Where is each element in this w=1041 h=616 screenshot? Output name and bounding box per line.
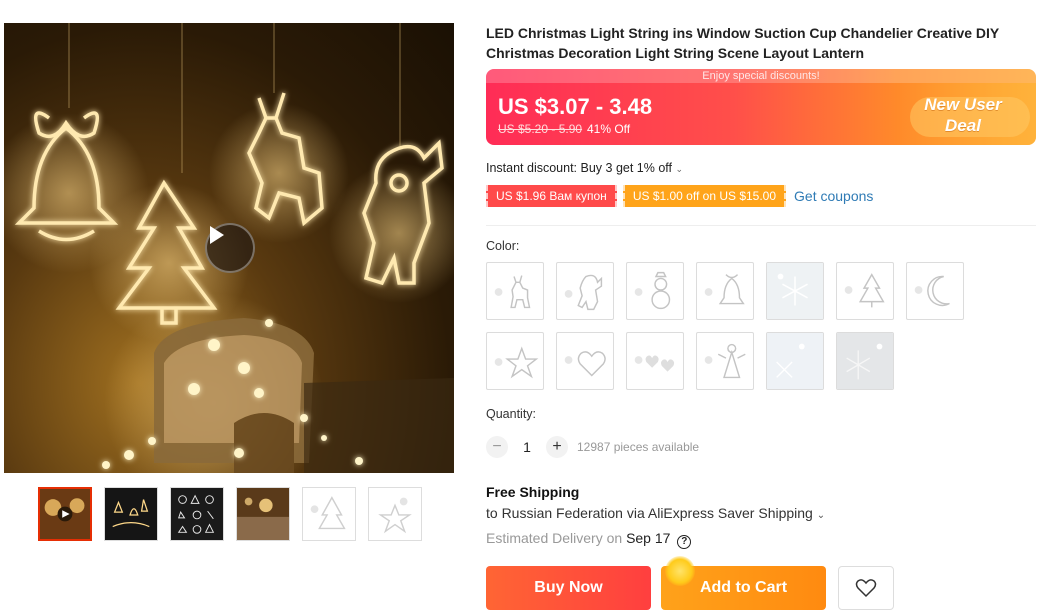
new-user-deal-badge: New User Deal <box>898 83 1036 145</box>
swatch-reindeer[interactable] <box>486 262 544 320</box>
swatch-snowman[interactable] <box>626 262 684 320</box>
sparkle-icon <box>665 556 695 586</box>
quantity-increase-button[interactable]: + <box>546 436 568 458</box>
play-icon <box>210 226 224 244</box>
current-price: US $3.07 - 3.48 <box>498 94 653 119</box>
badge-line-2: Deal <box>945 116 981 135</box>
product-title: LED Christmas Light String ins Window Su… <box>486 25 1000 61</box>
help-icon[interactable]: ? <box>677 535 692 549</box>
chevron-down-icon: ⌄ <box>675 164 684 174</box>
original-price: US $5.20 - 5.90 <box>498 122 583 136</box>
estimated-date: Sep 17 <box>626 530 671 546</box>
thumbnail-2[interactable] <box>104 487 158 541</box>
quantity-label: Quantity: <box>486 407 537 421</box>
coupon-row: US $1.96 Вам купон US $1.00 off on US $1… <box>486 185 873 207</box>
product-main-image[interactable] <box>4 23 454 473</box>
armchair <box>154 318 454 473</box>
swatch-snowflake-2[interactable] <box>766 332 824 390</box>
thumbnail-image <box>171 488 223 540</box>
quantity-stepper: − + 12987 pieces available <box>486 436 699 458</box>
thumbnail-5[interactable] <box>302 487 356 541</box>
swatch-angel[interactable] <box>696 332 754 390</box>
thumbnail-image <box>303 488 355 540</box>
wishlist-button[interactable] <box>838 566 894 610</box>
instant-discount-text: Instant discount: Buy 3 get 1% off <box>486 161 672 175</box>
swatch-hearts[interactable] <box>626 332 684 390</box>
play-video-button[interactable] <box>205 223 255 273</box>
discount-strip: Enjoy special discounts! <box>486 69 1036 83</box>
thumbnail-image <box>237 488 289 540</box>
chevron-down-icon: ⌄ <box>816 510 826 521</box>
add-to-cart-button[interactable]: Add to Cart <box>661 556 826 610</box>
stock-available: 12987 pieces available <box>577 440 700 454</box>
thumbnail-4[interactable] <box>236 487 290 541</box>
instant-discount[interactable]: Instant discount: Buy 3 get 1% off ⌄ <box>486 161 683 175</box>
swatch-moon[interactable] <box>906 262 964 320</box>
divider <box>486 225 1036 226</box>
discount-percent: 41% Off <box>587 122 631 136</box>
swatch-tree[interactable] <box>836 262 894 320</box>
thumbnail-strip <box>38 487 422 541</box>
swatch-star[interactable] <box>486 332 544 390</box>
thumbnail-image <box>369 488 421 540</box>
shipping-destination[interactable]: to Russian Federation via AliExpress Sav… <box>486 505 825 521</box>
shipping-destination-text: to Russian Federation via AliExpress Sav… <box>486 505 813 521</box>
buy-now-button[interactable]: Buy Now <box>486 566 651 610</box>
quantity-decrease-button[interactable]: − <box>486 436 508 458</box>
heart-icon <box>855 579 877 598</box>
coupon-store[interactable]: US $1.96 Вам купон <box>486 185 617 207</box>
thumbnail-image <box>40 489 90 539</box>
swatch-snowflake-3[interactable] <box>836 332 894 390</box>
thumbnail-6[interactable] <box>368 487 422 541</box>
swatch-heart[interactable] <box>556 332 614 390</box>
thumbnail-3[interactable] <box>170 487 224 541</box>
swatch-bell[interactable] <box>696 262 754 320</box>
add-to-cart-label: Add to Cart <box>699 579 788 596</box>
thumbnail-image <box>105 488 157 540</box>
thumbnail-1[interactable] <box>38 487 92 541</box>
price-banner: Enjoy special discounts! US $3.07 - 3.48… <box>486 69 1036 145</box>
color-label: Color: <box>486 239 520 253</box>
estimated-label: Estimated Delivery on <box>486 530 623 546</box>
coupon-select[interactable]: US $1.00 off on US $15.00 <box>622 185 787 207</box>
quantity-input[interactable] <box>508 439 546 455</box>
badge-line-1: New User <box>924 95 1002 114</box>
color-swatches <box>486 262 976 390</box>
shipping-title: Free Shipping <box>486 484 580 500</box>
swatch-snowflake[interactable] <box>766 262 824 320</box>
swatch-santa[interactable] <box>556 262 614 320</box>
estimated-delivery: Estimated Delivery on Sep 17 ? <box>486 530 692 549</box>
get-coupons-link[interactable]: Get coupons <box>794 188 873 204</box>
purchase-actions: Buy Now Add to Cart <box>486 556 894 610</box>
